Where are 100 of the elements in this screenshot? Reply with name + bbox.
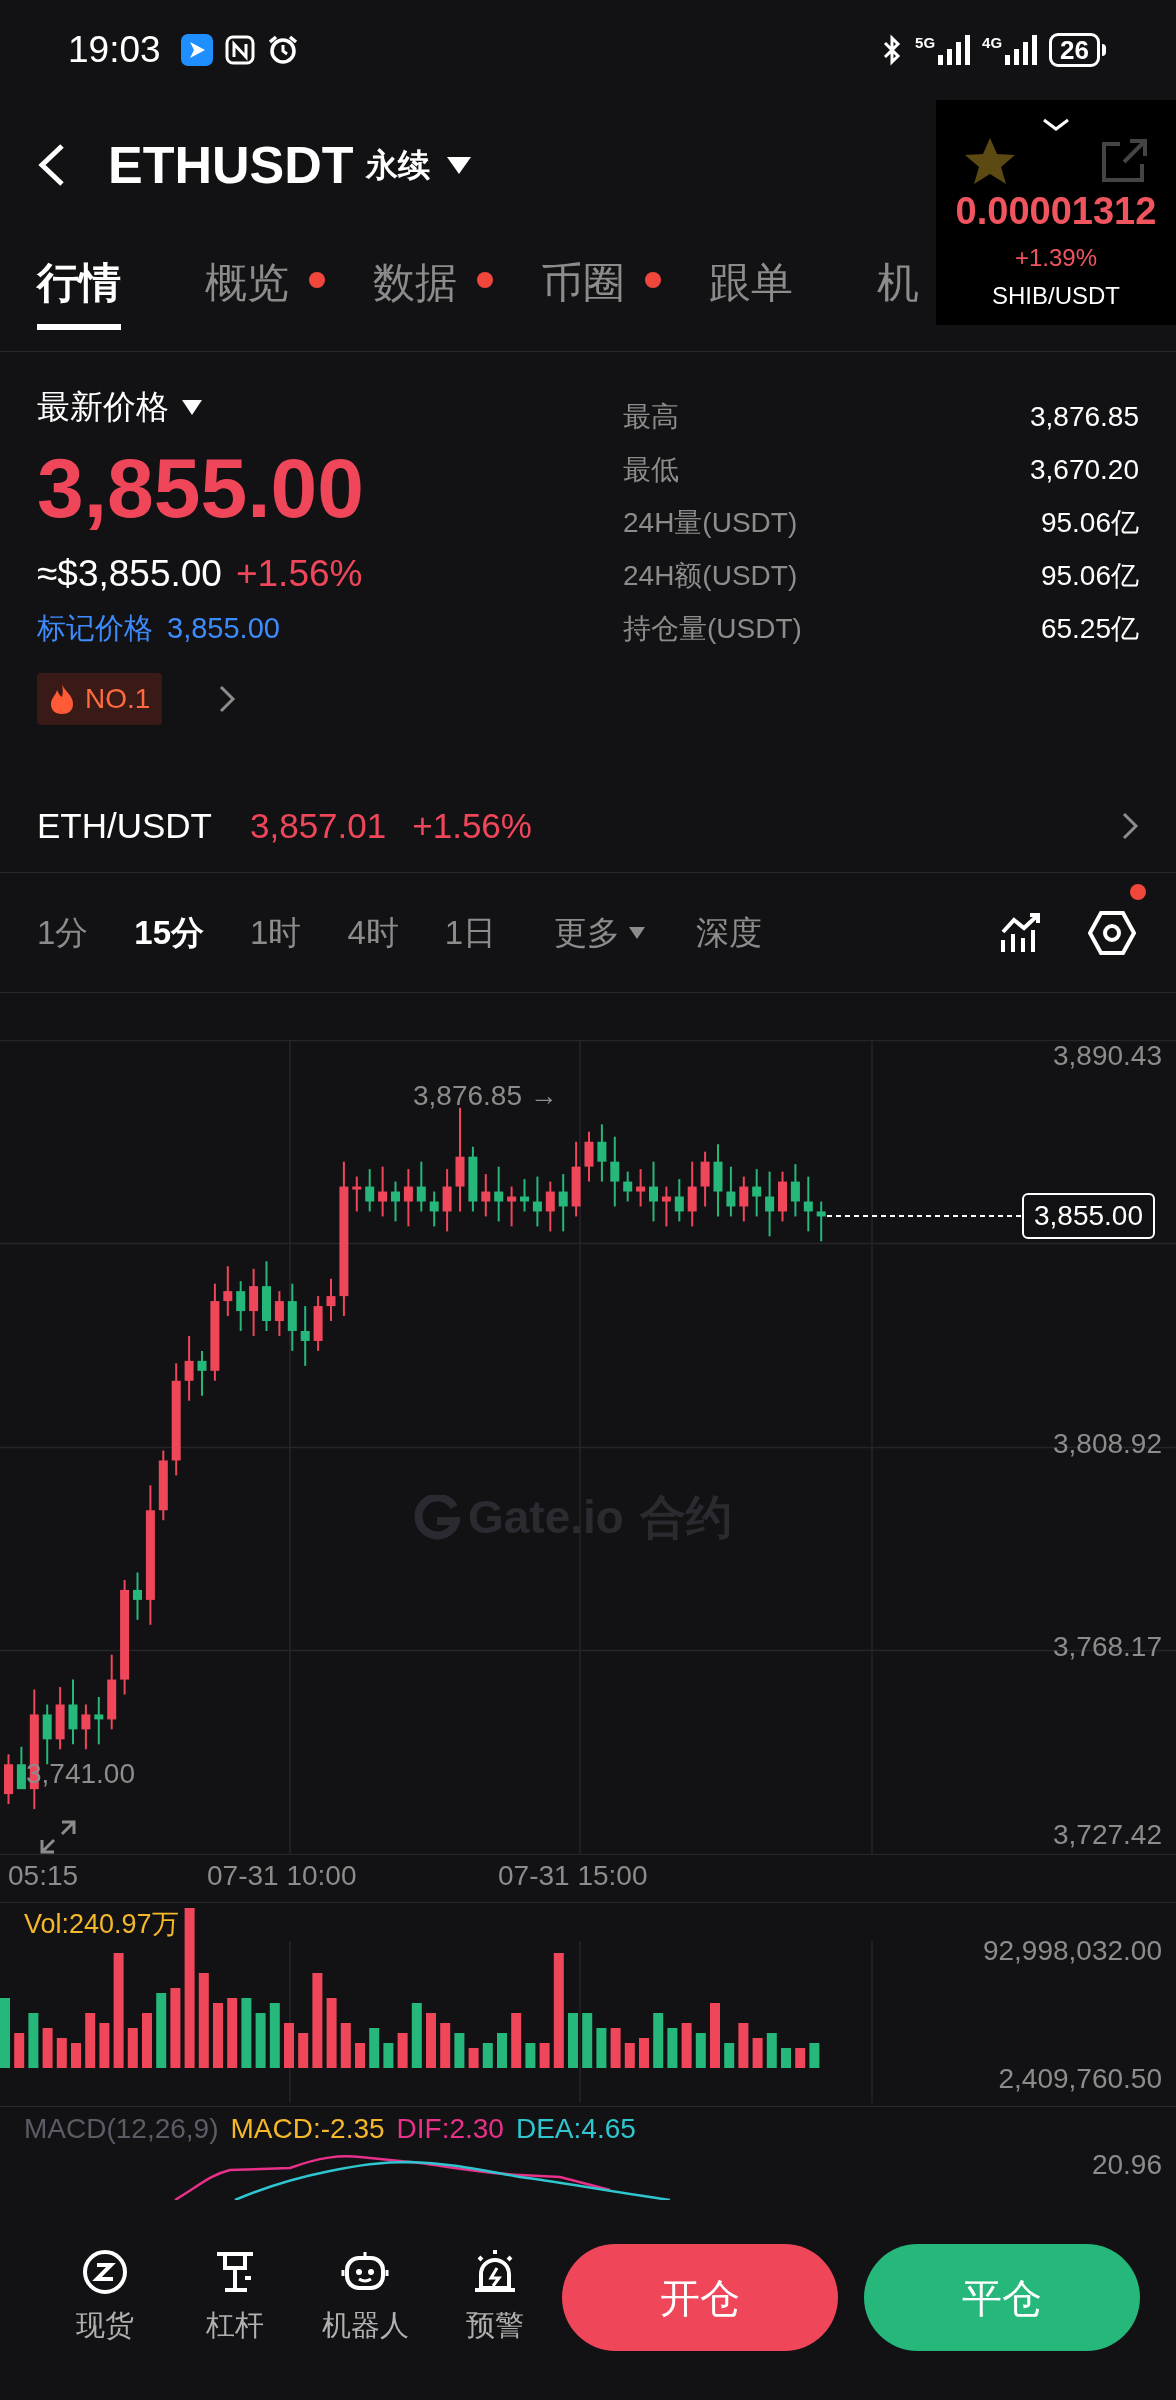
open-position-button[interactable]: 开仓 [562, 2244, 838, 2351]
interval-tab[interactable]: 1分 [37, 907, 89, 958]
volume-bar [639, 2038, 649, 2068]
tab[interactable]: 币圈 [541, 251, 625, 330]
spot-price: 3,857.01 [250, 804, 387, 847]
alarm-icon [266, 34, 299, 66]
contract-label: 永续 [365, 146, 430, 185]
volume-bar [383, 2043, 394, 2068]
network-type: 5G [915, 35, 936, 50]
mark-price-label: 标记价格 [37, 611, 153, 646]
volume-bar [781, 2048, 791, 2068]
stat-label: 最高 [623, 399, 679, 434]
volume-bar [99, 2023, 110, 2068]
volume-bar [0, 1998, 10, 2068]
expand-icon[interactable] [38, 1818, 78, 1856]
dropdown-icon[interactable] [445, 155, 472, 175]
macd-params: MACD(12,26,9) [24, 2115, 219, 2143]
stat-label: 最低 [623, 452, 679, 487]
interval-tab[interactable]: 1时 [250, 907, 302, 958]
tab[interactable]: 机 [877, 251, 919, 330]
nav-button[interactable]: 机器人 [300, 2247, 430, 2348]
volume-bar [56, 2038, 67, 2068]
volume-bar [71, 2043, 81, 2068]
volume-bar [28, 2013, 39, 2068]
status-time: 19:03 [68, 28, 161, 73]
indicator-chart-icon[interactable] [1000, 911, 1042, 954]
signal-icon [1005, 35, 1038, 65]
volume-bar [468, 2048, 479, 2068]
stat-label: 持仓量(USDT) [623, 611, 802, 646]
volume-bar [340, 2023, 351, 2068]
tab[interactable]: 数据 [373, 251, 457, 330]
signal-icon [938, 35, 971, 65]
rank-badge[interactable]: NO.1 [37, 672, 163, 725]
price-type-label: 最新价格 [37, 387, 169, 427]
volume-bar [284, 2023, 294, 2068]
price-axis-label: 3,727.42 [1053, 1821, 1162, 1849]
last-price-tag: 3,855.00 [1022, 1193, 1155, 1240]
interval-tab[interactable]: 1日 [444, 907, 497, 958]
stat-value: 95.06亿 [1040, 558, 1139, 593]
macd-axis-label: 20.96 [1091, 2151, 1162, 2179]
last-price: 3,855.00 [37, 445, 365, 530]
settings-icon[interactable] [1088, 909, 1136, 956]
tab[interactable]: 概览 [205, 251, 289, 330]
volume-bar [539, 2043, 550, 2068]
ticker-change: +1.39% [1014, 243, 1098, 273]
high-price-marker: 3,876.85 → [413, 1082, 558, 1110]
volume-bar [809, 2043, 820, 2068]
volume-bar [269, 2003, 280, 2068]
stat-value: 3,876.85 [1030, 399, 1139, 434]
volume-bar [298, 2033, 309, 2068]
volume-bar [255, 2013, 266, 2068]
ticker-price: 0.00001312 [955, 192, 1157, 230]
price-change: +1.56% [235, 551, 363, 596]
nfc-icon [224, 35, 255, 65]
dea-value: DEA:4.65 [515, 2115, 636, 2143]
flame-icon [49, 682, 75, 715]
volume-bar [596, 2028, 607, 2068]
ticker-pair: SHIB/USDT [992, 281, 1120, 311]
mark-price: 3,855.00 [167, 611, 280, 646]
volume-bar [14, 2033, 25, 2068]
interval-tab[interactable]: 15分 [134, 907, 205, 958]
floating-ticker[interactable]: 0.00001312 +1.39% SHIB/USDT [936, 100, 1176, 325]
volume-bar [85, 2013, 96, 2068]
nav-button[interactable]: 预警 [430, 2247, 560, 2348]
dropdown-icon [628, 925, 647, 940]
time-axis-label: 07-31 10:00 [207, 1862, 357, 1890]
stat-label: 24H额(USDT) [623, 558, 798, 593]
volume-axis-label: 92,998,032.00 [982, 1937, 1162, 1965]
volume-bar [525, 2043, 536, 2068]
volume-bar [624, 2043, 635, 2068]
depth-tab[interactable]: 深度 [696, 907, 763, 958]
volume-bar [568, 2013, 578, 2068]
volume-bar [426, 2013, 436, 2068]
dropdown-icon[interactable] [181, 397, 203, 416]
volume-bar [667, 2028, 678, 2068]
chevron-right-icon[interactable] [1121, 811, 1139, 841]
tab[interactable]: 行情 [37, 251, 121, 330]
volume-bar [511, 2013, 522, 2068]
volume-bar [355, 2043, 365, 2068]
stat-value: 95.06亿 [1040, 505, 1139, 540]
stat-value: 3,670.20 [1030, 452, 1139, 487]
volume-bar [752, 2038, 763, 2068]
spot-change: +1.56% [412, 804, 532, 847]
volume-bar [142, 2013, 152, 2068]
volume-bar [227, 1998, 238, 2068]
collapse-icon[interactable] [1042, 118, 1070, 132]
spot-icon [81, 2247, 129, 2294]
volume-bar [681, 2023, 692, 2068]
interval-tab[interactable]: 4时 [347, 907, 399, 958]
chevron-right-icon[interactable] [218, 683, 237, 714]
nav-button[interactable]: 杠杆 [170, 2247, 300, 2348]
tab[interactable]: 跟单 [709, 251, 793, 330]
volume-bar [738, 2023, 749, 2068]
more-dropdown[interactable]: 更多 [554, 907, 647, 958]
volume-bar [440, 2023, 451, 2068]
network-type: 4G [982, 35, 1003, 50]
volume-bar [397, 2033, 408, 2068]
nav-button[interactable]: 现货 [40, 2247, 170, 2348]
stat-label: 24H量(USDT) [623, 505, 798, 540]
usd-price: ≈$3,855.00 [37, 551, 222, 596]
